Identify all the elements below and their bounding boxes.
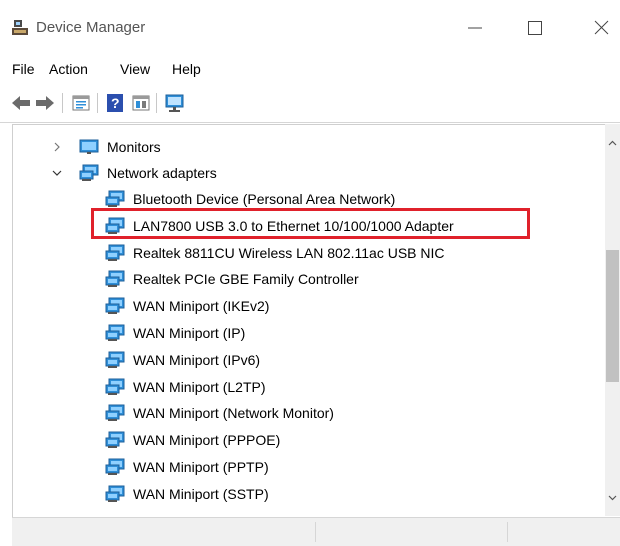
network-adapter-icon [105,351,125,368]
network-adapter-item[interactable]: WAN Miniport (IKEv2) [13,294,606,318]
network-adapter-label: LAN7800 USB 3.0 to Ethernet 10/100/1000 … [133,217,454,234]
network-adapter-icon [105,458,125,475]
network-adapter-icon [79,164,99,181]
toolbar-separator [62,93,63,113]
network-adapter-label: WAN Miniport (IPv6) [133,351,261,368]
network-adapter-item[interactable]: WAN Miniport (IPv6) [13,348,606,372]
device-view-icon [132,95,150,111]
network-adapter-icon [105,270,125,288]
network-adapter-icon [105,217,125,234]
properties-icon [72,95,90,111]
network-adapter-label: WAN Miniport (L2TP) [133,378,266,395]
network-adapter-label: Bluetooth Device (Personal Area Network) [133,191,396,207]
help-button[interactable]: ? [104,92,126,114]
back-icon [12,96,30,110]
menu-help[interactable]: Help [172,60,201,78]
network-adapter-label: Realtek 8811CU Wireless LAN 802.11ac USB… [133,244,445,261]
toolbar: ? [0,86,620,123]
close-button[interactable] [588,16,614,40]
close-icon [594,20,609,35]
scroll-down-icon[interactable] [607,492,618,503]
maximize-icon [528,21,542,35]
status-divider [507,522,508,542]
network-adapter-item[interactable]: Realtek 8811CU Wireless LAN 802.11ac USB… [13,241,606,265]
menu-view[interactable]: View [120,60,150,78]
vertical-scrollbar[interactable] [605,124,620,516]
tree-item-monitors[interactable]: Monitors [13,135,606,159]
menu-bar: File Action View Help [0,56,620,82]
minimize-button[interactable] [462,16,488,40]
network-adapter-item[interactable]: LAN7800 USB 3.0 to Ethernet 10/100/1000 … [13,214,606,238]
device-view-button[interactable] [130,92,152,114]
network-adapter-label: WAN Miniport (IP) [133,325,246,341]
minimize-icon [468,27,482,29]
scan-hardware-icon [165,94,184,112]
network-adapter-item[interactable]: WAN Miniport (IP) [13,321,606,345]
title-bar: Device Manager [0,0,620,56]
maximize-button[interactable] [522,16,548,40]
tree-item-label: Network adapters [107,165,217,181]
scan-hardware-button[interactable] [164,92,186,114]
forward-icon [36,96,54,110]
network-adapter-label: WAN Miniport (SSTP) [133,485,269,502]
network-adapter-item[interactable]: Bluetooth Device (Personal Area Network) [13,187,606,211]
network-adapter-item[interactable]: WAN Miniport (Network Monitor) [13,401,606,425]
device-tree: Monitors Network adapters Bluetooth Devi… [12,124,606,518]
network-adapter-icon [105,244,125,261]
network-adapter-item[interactable]: WAN Miniport (PPPOE) [13,428,606,452]
network-adapter-icon [105,324,125,341]
status-divider [315,522,316,542]
device-manager-icon [12,20,28,35]
scroll-thumb[interactable] [606,250,619,382]
status-bar [12,517,620,546]
toolbar-separator [156,93,157,113]
network-adapter-item[interactable]: WAN Miniport (PPTP) [13,455,606,479]
network-adapter-label: WAN Miniport (Network Monitor) [133,405,334,422]
menu-file[interactable]: File [12,60,35,78]
network-adapter-label: WAN Miniport (PPPOE) [133,432,281,449]
chevron-down-icon[interactable] [52,168,62,178]
network-adapter-icon [105,378,125,395]
toolbar-separator [97,93,98,113]
window-title: Device Manager [36,19,146,36]
monitor-icon [79,139,99,154]
network-adapter-icon [105,297,125,315]
network-adapter-icon [105,404,125,422]
network-adapter-label: WAN Miniport (PPTP) [133,459,269,475]
chevron-right-icon[interactable] [52,142,62,152]
network-adapter-icon [105,485,125,502]
scroll-up-icon[interactable] [607,138,618,149]
tree-item-network-adapters[interactable]: Network adapters [13,161,606,185]
properties-button[interactable] [70,92,92,114]
network-adapter-label: WAN Miniport (IKEv2) [133,298,270,315]
help-icon: ? [107,94,123,112]
network-adapter-item[interactable]: WAN Miniport (L2TP) [13,375,606,399]
menu-action[interactable]: Action [49,60,88,78]
tree-item-label: Monitors [107,139,161,155]
svg-text:?: ? [111,95,120,111]
network-adapter-item[interactable]: WAN Miniport (SSTP) [13,482,606,506]
network-adapter-label: Realtek PCIe GBE Family Controller [133,271,359,288]
network-adapter-icon [105,190,125,207]
network-adapter-item[interactable]: Realtek PCIe GBE Family Controller [13,267,606,291]
forward-button[interactable] [34,92,56,114]
back-button[interactable] [10,92,32,114]
network-adapter-icon [105,431,125,449]
